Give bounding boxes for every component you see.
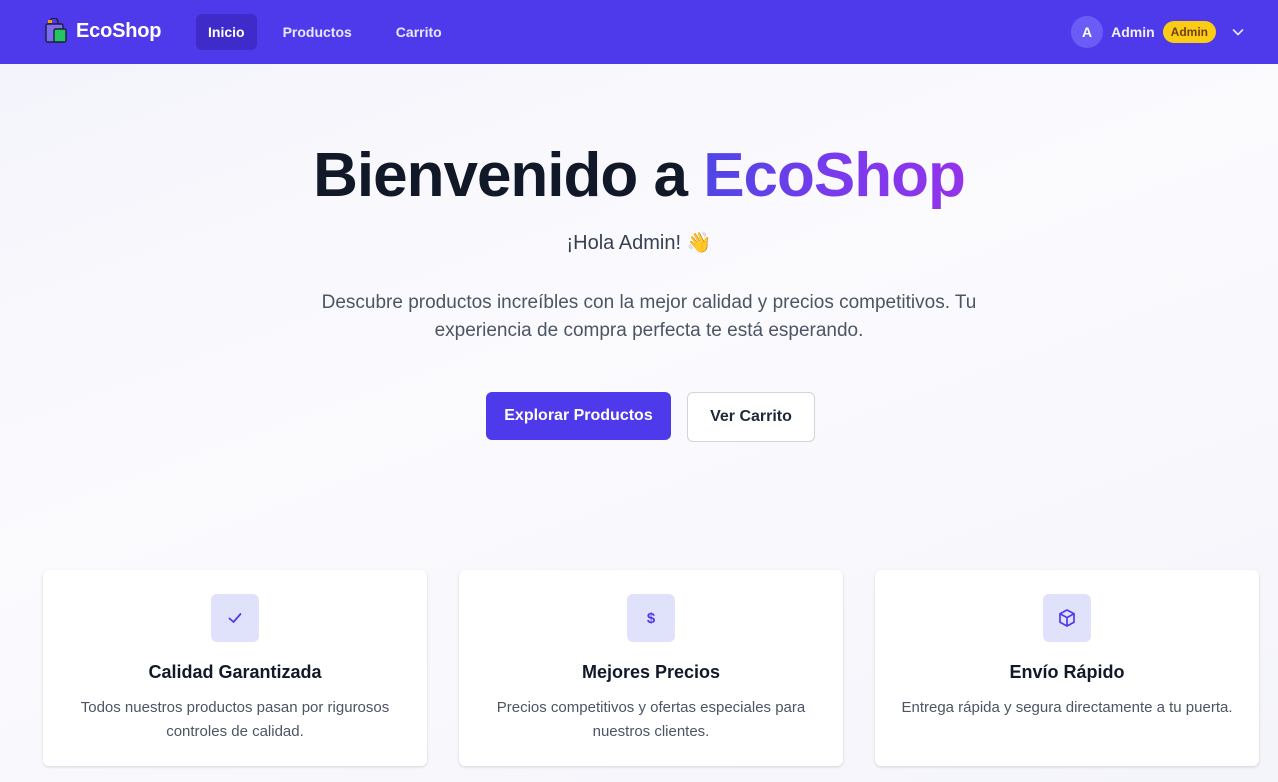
dollar-icon: $ <box>627 594 675 642</box>
brand-name: EcoShop <box>76 19 162 42</box>
feature-text: Precios competitivos y ofertas especiale… <box>496 699 806 740</box>
nav-link-productos[interactable]: Productos <box>269 14 366 50</box>
feature-card-quality: Calidad Garantizada Todos nuestros produ… <box>43 570 427 766</box>
feature-title: Mejores Precios <box>581 662 721 682</box>
greeting: ¡Hola Admin! 👋 <box>566 232 712 254</box>
user-menu[interactable]: A Admin Admin <box>1071 16 1246 48</box>
feature-text: Todos nuestros productos pasan por rigur… <box>80 699 390 740</box>
feature-text: Entrega rápida y segura directamente a t… <box>901 699 1233 716</box>
nav-links: Inicio Productos Carrito <box>196 14 456 50</box>
brand-logo-link[interactable]: EcoShop <box>44 18 161 44</box>
nav-link-inicio[interactable]: Inicio <box>196 14 257 50</box>
feature-title: Calidad Garantizada <box>148 662 322 682</box>
avatar: A <box>1071 16 1104 48</box>
shopping-bags-icon <box>45 18 67 43</box>
feature-card-prices: $ Mejores Precios Precios competitivos y… <box>459 570 843 766</box>
feature-title: Envío Rápido <box>1009 662 1125 682</box>
feature-card-shipping: Envío Rápido Entrega rápida y segura dir… <box>875 570 1259 766</box>
view-cart-button[interactable]: Ver Carrito <box>687 392 815 442</box>
top-navbar: EcoShop Inicio Productos Carrito A Admin… <box>0 0 1278 64</box>
nav-link-carrito[interactable]: Carrito <box>382 14 456 50</box>
role-badge: Admin <box>1162 21 1216 43</box>
hero-title-prefix: Bienvenido a <box>313 141 704 210</box>
user-name: Admin <box>1111 24 1155 40</box>
chevron-down-icon[interactable] <box>1230 24 1246 40</box>
check-icon <box>211 594 259 642</box>
box-icon <box>1043 594 1091 642</box>
hero-title-accent: EcoShop <box>703 141 966 210</box>
hero-description: Descubre productos increíbles con la mej… <box>321 292 977 341</box>
explore-products-button[interactable]: Explorar Productos <box>486 392 671 440</box>
page: EcoShop Inicio Productos Carrito A Admin… <box>0 0 1278 782</box>
hero-title: Bienvenido a EcoShop <box>0 140 1278 211</box>
